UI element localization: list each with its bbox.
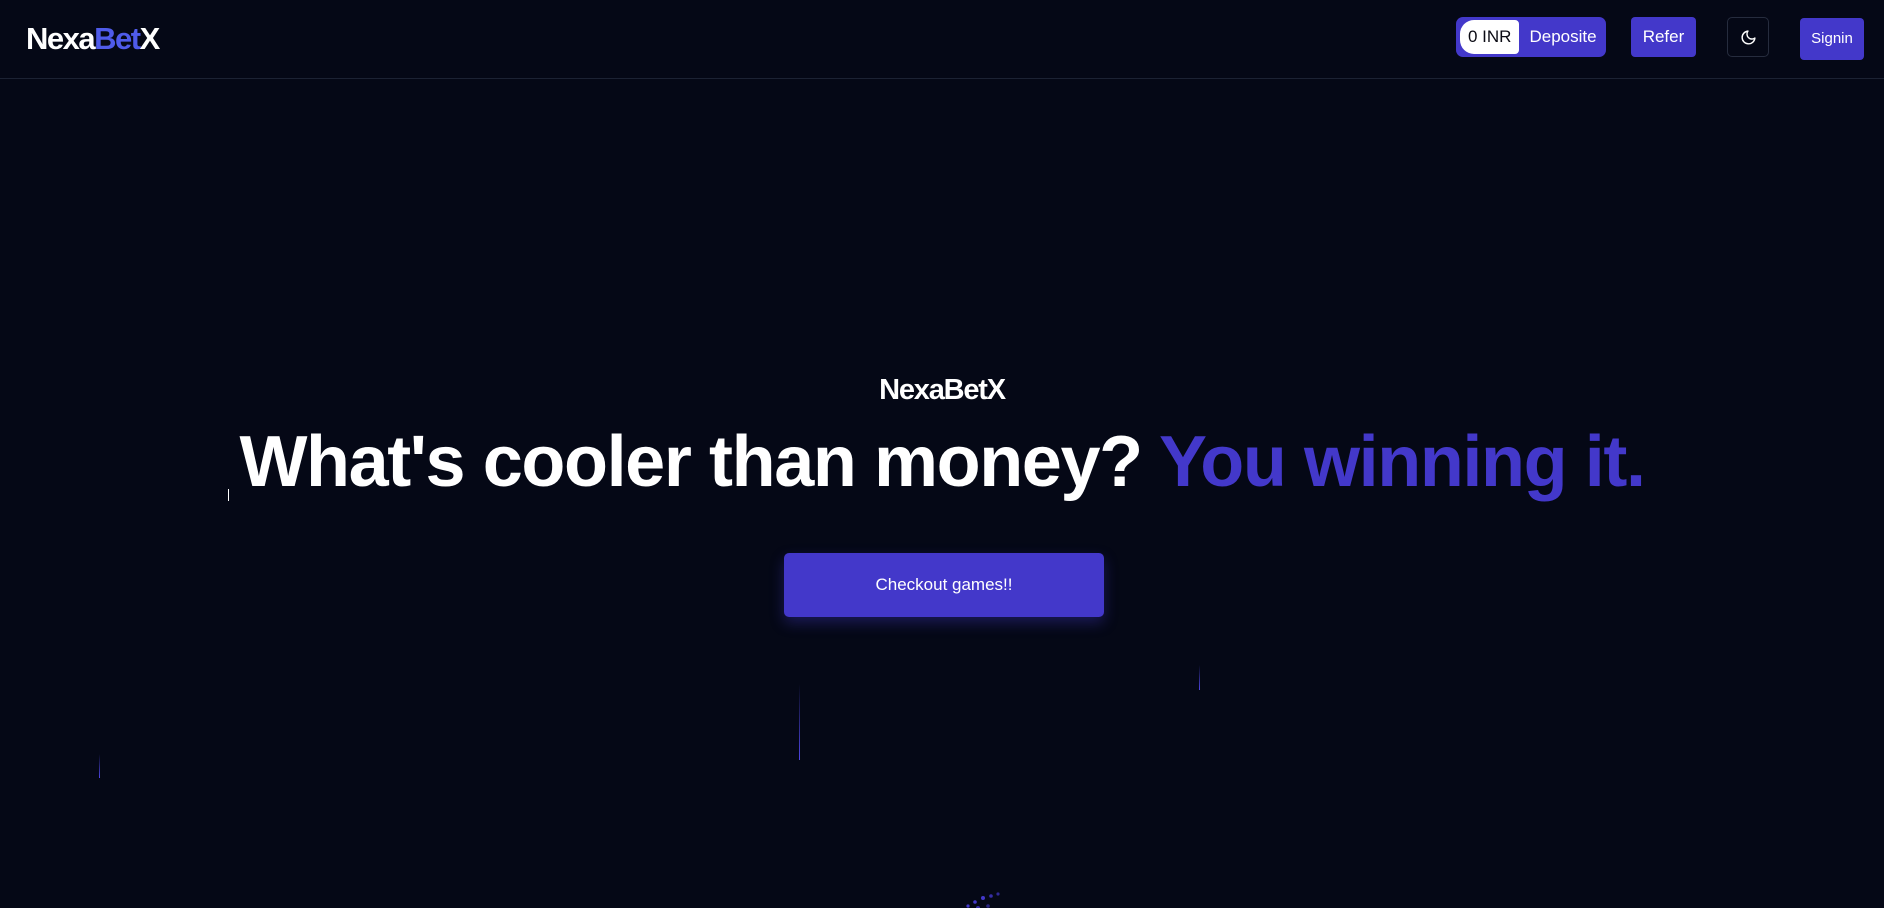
theme-toggle-button[interactable] (1727, 17, 1769, 57)
logo-part-nexa: Nexa (26, 21, 96, 56)
refer-button[interactable]: Refer (1631, 17, 1696, 57)
signin-button[interactable]: Signin (1800, 18, 1864, 60)
top-navbar: NexaBetX 0 INR Deposite Refer Signin (0, 0, 1884, 79)
checkout-games-button[interactable]: Checkout games!! (784, 553, 1104, 617)
logo-part-x: X (139, 21, 161, 56)
headline-accent: You winning it. (1158, 422, 1646, 502)
balance-display: 0 INR (1460, 20, 1520, 54)
meteor-streak (799, 684, 800, 760)
meteor-streak (99, 754, 100, 778)
logo[interactable]: NexaBetX (26, 20, 161, 58)
meteor-streak (1199, 665, 1200, 690)
wallet-group: 0 INR Deposite (1456, 17, 1606, 57)
moon-icon (1741, 29, 1756, 44)
hero-brand: NexaBetX (879, 374, 1006, 406)
headline-main: What's cooler than money? (239, 422, 1159, 502)
logo-part-bet: Bet (94, 21, 141, 56)
loading-dots-icon (966, 892, 1000, 908)
text-cursor (228, 489, 229, 501)
hero-headline: What's cooler than money? You winning it… (0, 418, 1884, 506)
page: NexaBetX 0 INR Deposite Refer Signin Nex… (0, 0, 1884, 908)
deposit-button[interactable]: Deposite (1519, 17, 1605, 57)
